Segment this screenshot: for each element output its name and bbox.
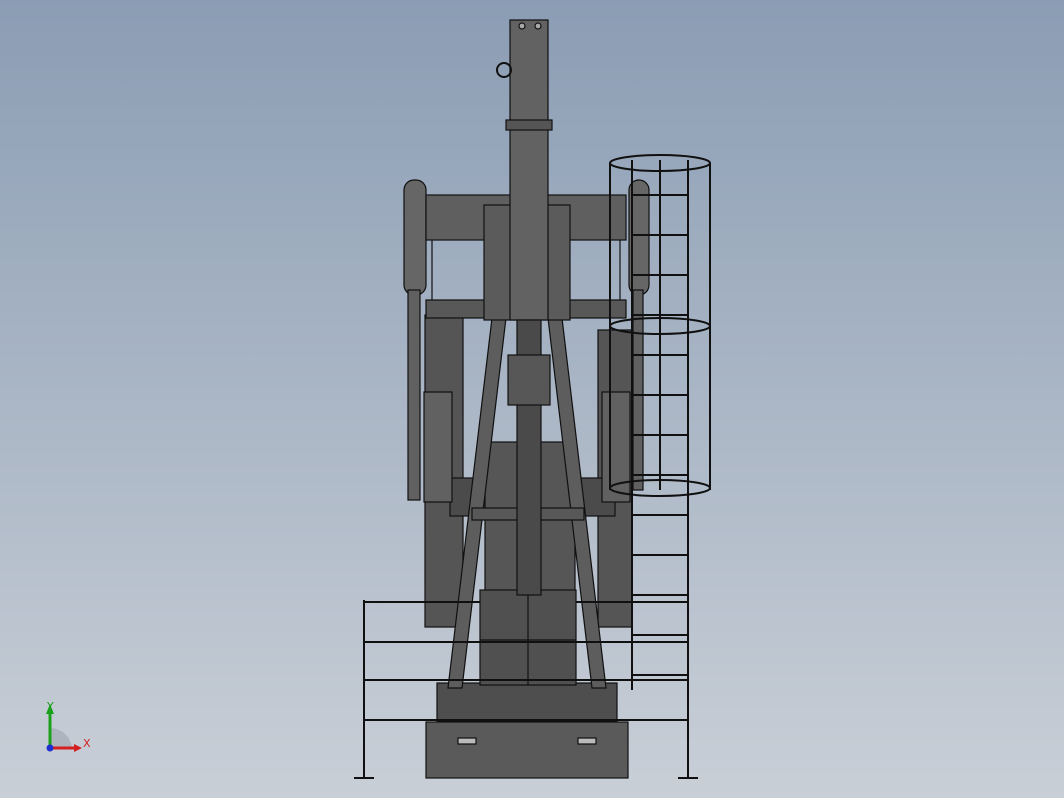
left-crank-pin-block xyxy=(423,391,453,503)
base-foundation xyxy=(425,721,629,779)
anchor-bolt-left xyxy=(457,737,477,745)
triad-z-axis xyxy=(46,744,54,752)
pumpjack-front-view xyxy=(0,0,1064,798)
triad-x-label: X xyxy=(83,737,91,750)
carrier-bar xyxy=(507,354,551,406)
base-beam xyxy=(436,682,618,722)
right-crank-pin-block xyxy=(601,391,631,503)
beam-bolt-left xyxy=(518,22,526,30)
horsehead-clamp xyxy=(505,119,553,131)
cad-viewport[interactable]: Y X xyxy=(0,0,1064,798)
left-pitman-head xyxy=(403,179,427,296)
horsehead xyxy=(509,19,549,321)
triad-y-label: Y xyxy=(47,700,54,713)
beam-bolt-right xyxy=(534,22,542,30)
anchor-bolt-right xyxy=(577,737,597,745)
left-pitman-rod xyxy=(407,289,421,501)
